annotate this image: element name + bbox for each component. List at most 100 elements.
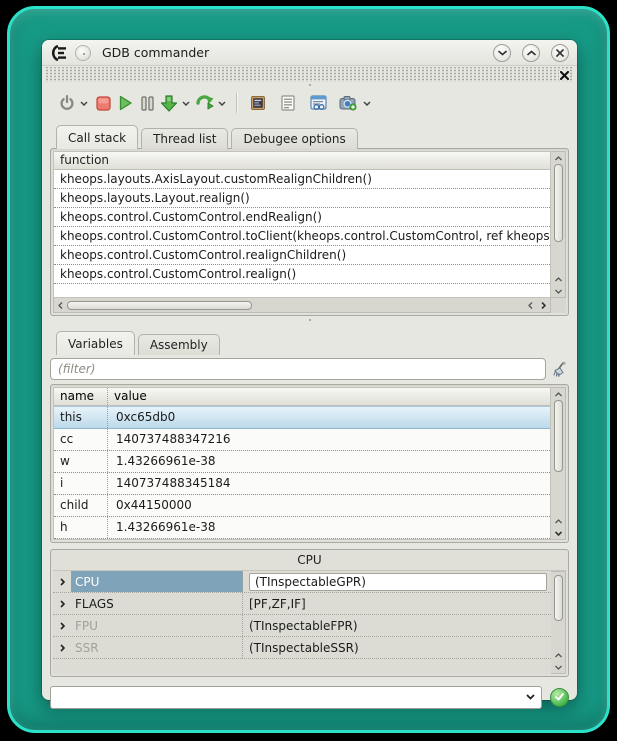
dock-drag-handle[interactable] [45, 67, 574, 82]
cpu-value-editor[interactable] [249, 573, 547, 591]
dock-close-button[interactable] [559, 70, 570, 80]
output-button[interactable] [277, 91, 299, 115]
stop-button[interactable] [92, 91, 114, 115]
combo-dropdown-button[interactable] [519, 694, 541, 700]
cpu-groupbox: CPU CPU FLAGS [PF,ZF,IF] FPU (TInspectab… [50, 549, 569, 677]
continue-dropdown[interactable] [216, 91, 228, 115]
chevron-down-icon [218, 101, 226, 106]
send-command-button[interactable] [550, 688, 569, 707]
variables-filter-row [50, 356, 569, 382]
chevron-down-icon [526, 694, 535, 700]
callstack-vscrollbar[interactable] [551, 151, 566, 298]
callstack-row[interactable]: kheops.control.CustomControl.realignChil… [54, 246, 550, 265]
callstack-row[interactable]: kheops.layouts.AxisLayout.customRealignC… [54, 170, 550, 189]
variables-panel: name value this 0xc65db0 cc 140737488347… [50, 384, 569, 543]
chevron-down-icon [80, 101, 88, 106]
snapshot-button[interactable] [337, 91, 359, 115]
step-icon [160, 95, 178, 112]
cpu-register-row[interactable]: SSR (TInspectableSSR) [53, 637, 551, 659]
cpu-register-row[interactable]: FPU (TInspectableFPR) [53, 615, 551, 637]
scroll-up-icon[interactable] [552, 388, 565, 400]
scroll-left-icon[interactable] [524, 299, 537, 311]
callstack-row[interactable]: kheops.control.CustomControl.toClient(kh… [54, 227, 550, 246]
run-button[interactable] [114, 91, 136, 115]
variables-list[interactable]: name value this 0xc65db0 cc 140737488347… [53, 387, 551, 540]
broom-icon[interactable] [552, 361, 569, 378]
tab-thread-list[interactable]: Thread list [141, 128, 228, 149]
step-dropdown[interactable] [180, 91, 192, 115]
variable-row[interactable]: this 0xc65db0 [54, 406, 550, 429]
scroll-up-icon[interactable] [552, 273, 565, 285]
callstack-row[interactable]: kheops.layouts.Layout.realign() [54, 189, 550, 208]
expand-chevron-icon[interactable] [53, 600, 71, 608]
continue-icon [196, 95, 215, 112]
close-button[interactable] [551, 44, 569, 62]
run-icon [118, 95, 133, 111]
power-dropdown[interactable] [78, 91, 90, 115]
callstack-list[interactable]: function kheops.layouts.AxisLayout.custo… [53, 151, 551, 298]
document-list-icon [281, 95, 295, 111]
command-input[interactable] [51, 687, 519, 708]
variable-row[interactable]: w 1.43266961e-38 [54, 451, 550, 473]
ok-check-icon [555, 693, 564, 701]
tab-call-stack[interactable]: Call stack [56, 125, 138, 149]
titlebar[interactable]: GDB commander [42, 40, 577, 66]
column-name[interactable]: name [54, 388, 108, 405]
cpu-group-title: CPU [51, 550, 568, 570]
stop-icon [96, 96, 111, 111]
scrollbar-thumb[interactable] [554, 575, 563, 621]
scroll-down-icon[interactable] [552, 285, 565, 297]
continue-button[interactable] [194, 91, 216, 115]
filter-input[interactable] [50, 358, 546, 380]
tab-variables[interactable]: Variables [56, 331, 135, 355]
scroll-down-icon[interactable] [552, 527, 565, 539]
scrollbar-thumb[interactable] [554, 164, 563, 242]
scrollbar-thumb[interactable] [554, 400, 563, 472]
command-combobox[interactable] [50, 686, 542, 709]
power-button[interactable] [56, 91, 78, 115]
pause-button[interactable] [136, 91, 158, 115]
scroll-up-icon[interactable] [552, 515, 565, 527]
cpu-vscrollbar[interactable] [551, 571, 566, 674]
scroll-up-icon[interactable] [552, 152, 565, 164]
callstack-column-header[interactable]: function [54, 152, 550, 170]
callstack-row[interactable]: kheops.control.CustomControl.realign() [54, 265, 550, 284]
gdb-commander-window: GDB commander [42, 40, 577, 700]
expand-chevron-icon[interactable] [53, 578, 71, 586]
callstack-hscrollbar[interactable] [53, 298, 551, 313]
snapshot-camera-icon [339, 95, 357, 111]
panel-splitter[interactable] [42, 316, 577, 324]
scroll-down-icon[interactable] [552, 661, 565, 673]
expand-chevron-icon[interactable] [53, 644, 71, 652]
tab-assembly[interactable]: Assembly [138, 334, 220, 355]
cpu-register-row[interactable]: FLAGS [PF,ZF,IF] [53, 593, 551, 615]
callstack-panel: function kheops.layouts.AxisLayout.custo… [50, 148, 569, 316]
variable-row[interactable]: child 0x44150000 [54, 495, 550, 517]
column-value[interactable]: value [108, 388, 147, 405]
chevron-down-icon [182, 101, 190, 106]
tab-debugee-options[interactable]: Debugee options [231, 128, 357, 149]
unshade-button[interactable] [522, 44, 540, 62]
variables-tabbar: Variables Assembly [50, 324, 569, 354]
app-menu-knob[interactable] [75, 45, 91, 61]
snapshot-dropdown[interactable] [361, 91, 373, 115]
variable-row[interactable]: i 140737488345184 [54, 473, 550, 495]
expand-chevron-icon[interactable] [53, 622, 71, 630]
scroll-up-icon[interactable] [552, 649, 565, 661]
coedit-logo-icon [50, 45, 68, 61]
scrollbar-thumb[interactable] [67, 301, 252, 310]
scroll-left-icon[interactable] [54, 299, 67, 311]
variable-row[interactable]: cc 140737488347216 [54, 429, 550, 451]
watch-button[interactable] [307, 91, 329, 115]
variables-header[interactable]: name value [54, 388, 550, 406]
variables-vscrollbar[interactable] [551, 387, 566, 540]
registers-button[interactable] [247, 91, 269, 115]
scroll-right-icon[interactable] [537, 299, 550, 311]
shade-button[interactable] [493, 44, 511, 62]
debug-toolbar [42, 88, 577, 118]
cpu-register-row[interactable]: CPU [53, 571, 551, 593]
step-button[interactable] [158, 91, 180, 115]
chevron-down-icon [363, 101, 371, 106]
callstack-row[interactable]: kheops.control.CustomControl.endRealign(… [54, 208, 550, 227]
variable-row[interactable]: h 1.43266961e-38 [54, 517, 550, 539]
